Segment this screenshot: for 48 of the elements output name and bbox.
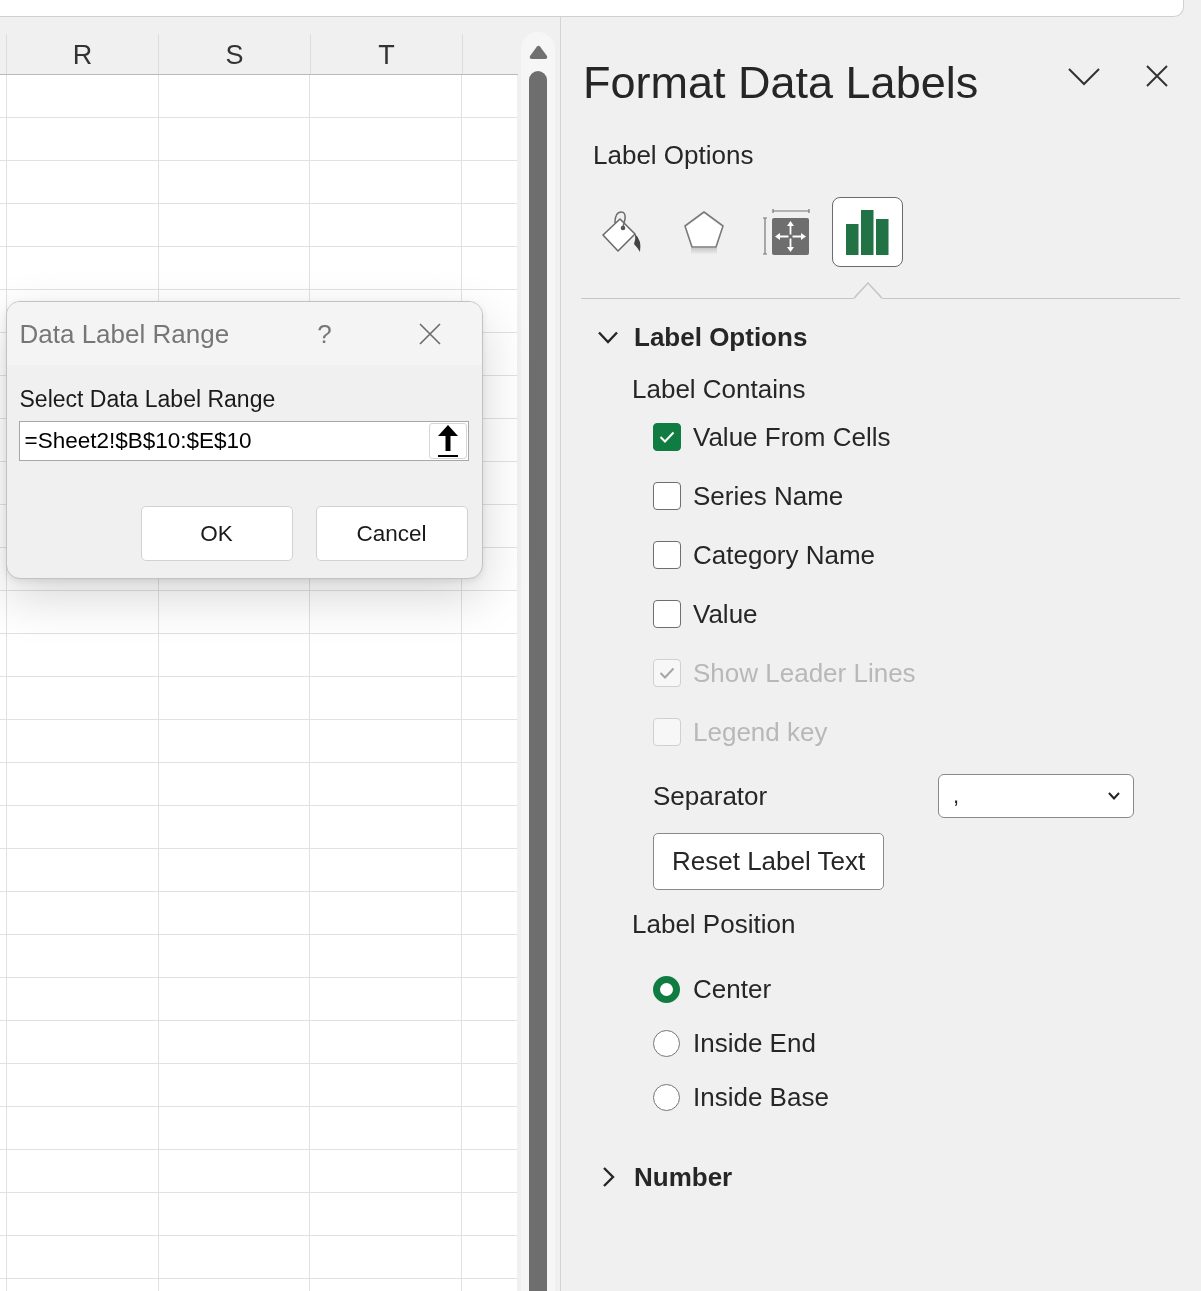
close-icon[interactable]: [418, 322, 441, 345]
scrollbar-thumb[interactable]: [529, 71, 547, 1291]
checkmark-icon: [659, 666, 675, 679]
checkbox-label[interactable]: Value From Cells: [693, 420, 891, 453]
checkbox[interactable]: [653, 422, 681, 451]
checkbox-label[interactable]: Series Name: [693, 479, 844, 512]
scroll-up-icon[interactable]: [528, 45, 548, 59]
section-header[interactable]: Label Options: [598, 317, 808, 357]
radio-button[interactable]: [653, 975, 680, 1003]
paint-bucket-icon: [601, 211, 642, 253]
range-input[interactable]: =Sheet2!$B$10:$E$10: [18, 421, 469, 461]
dialog-button[interactable]: OK: [140, 506, 293, 561]
group-heading: Label Contains: [632, 373, 807, 405]
radio-label[interactable]: Inside End: [693, 1027, 816, 1059]
separator-label: Separator: [653, 780, 769, 812]
category-label: Label Options: [593, 139, 755, 171]
caret-down-icon: [1108, 792, 1120, 800]
checkbox[interactable]: [653, 540, 681, 569]
checkbox-label[interactable]: Category Name: [693, 538, 876, 571]
chevron-down-icon[interactable]: [1068, 68, 1100, 86]
reset-label-text-button[interactable]: Reset Label Text: [653, 833, 885, 890]
checkmark-icon: [659, 430, 675, 443]
dialog-button[interactable]: Cancel: [315, 506, 468, 561]
section-header[interactable]: Number: [598, 1157, 733, 1197]
separator-dropdown[interactable]: ,: [938, 774, 1134, 818]
chevron-down-icon: [598, 330, 618, 344]
help-button[interactable]: ?: [304, 317, 345, 350]
radio-button[interactable]: [653, 1083, 680, 1111]
collapse-dialog-button[interactable]: [428, 423, 467, 459]
checkbox[interactable]: [653, 481, 681, 510]
group-heading: Label Position: [632, 908, 797, 940]
pentagon-icon: [681, 210, 726, 254]
format-tab[interactable]: [832, 197, 903, 267]
resize-arrows-icon: [761, 209, 810, 255]
field-label: Select Data Label Range: [19, 385, 277, 414]
close-icon[interactable]: [1146, 65, 1168, 87]
radio-label[interactable]: Inside Base: [693, 1081, 829, 1113]
checkbox-label[interactable]: Value: [693, 597, 758, 630]
radio-label[interactable]: Center: [693, 973, 772, 1005]
dialog-title: Data Label Range: [19, 317, 231, 350]
bar-chart-icon: [846, 209, 889, 255]
column-header[interactable]: R: [72, 37, 93, 71]
pane-title: Format Data Labels: [583, 56, 980, 110]
checkbox[interactable]: [653, 599, 681, 628]
column-header[interactable]: S: [225, 37, 244, 71]
column-header[interactable]: T: [378, 37, 395, 71]
arrow-up-icon: [437, 425, 458, 457]
radio-button[interactable]: [653, 1029, 680, 1057]
